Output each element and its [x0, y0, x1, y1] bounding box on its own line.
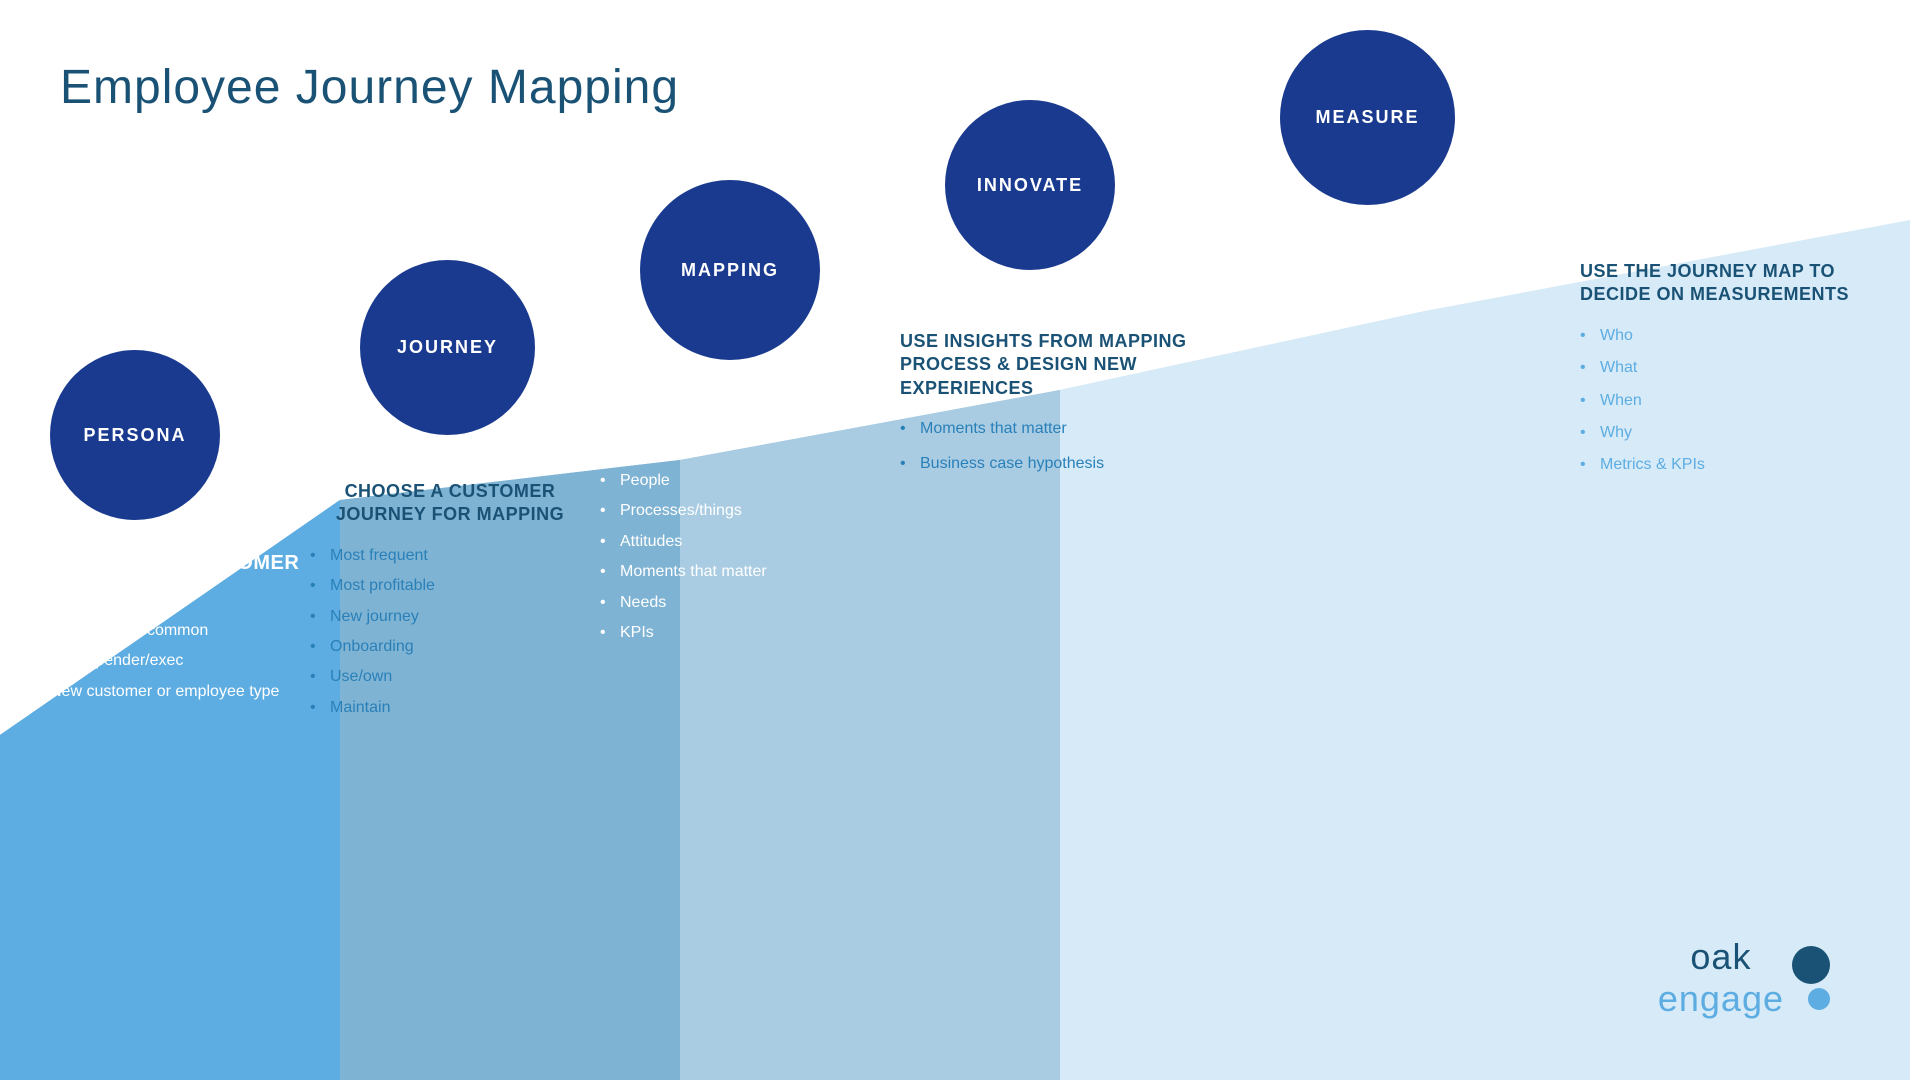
section-persona-heading: DESIGN YOUR CUSTOMER PERSONA [30, 550, 320, 602]
section-mapping-heading: GO THROUGH THE MAPPING PROCESS [600, 400, 900, 452]
circle-mapping: MAPPING [640, 180, 820, 360]
circle-persona: PERSONA [50, 350, 220, 520]
section-journey-item-2: Most profitable [310, 575, 590, 597]
section-journey-item-3: New journey [310, 606, 590, 628]
section-persona: DESIGN YOUR CUSTOMER PERSONA Most popula… [30, 550, 320, 711]
section-mapping-item-6: KPIs [600, 622, 900, 644]
logo-circle-large [1792, 946, 1830, 984]
logo-circles [1792, 946, 1830, 1010]
logo-circle-small [1808, 988, 1830, 1010]
section-mapping-item-2: Processes/things [600, 500, 900, 522]
section-mapping-item-1: People [600, 470, 900, 492]
section-journey-heading: CHOOSE A CUSTOMER JOURNEY FOR MAPPING [310, 480, 590, 527]
section-persona-item-2: High spender/exec [30, 650, 320, 672]
section-journey-item-1: Most frequent [310, 545, 590, 567]
section-journey: CHOOSE A CUSTOMER JOURNEY FOR MAPPING Mo… [310, 480, 590, 727]
section-measure-item-4: Why [1580, 422, 1890, 444]
logo: oak engage [1658, 936, 1830, 1020]
circle-innovate: INNOVATE [945, 100, 1115, 270]
section-journey-item-6: Maintain [310, 697, 590, 719]
section-measure-item-5: Metrics & KPIs [1580, 454, 1890, 476]
section-measure: USE THE JOURNEY MAP TO DECIDE ON MEASURE… [1580, 260, 1890, 487]
section-mapping-item-3: Attitudes [600, 531, 900, 553]
section-measure-item-2: What [1580, 357, 1890, 379]
section-persona-item-3: New customer or employee type [30, 681, 320, 703]
section-journey-item-4: Onboarding [310, 636, 590, 658]
circle-journey: JOURNEY [360, 260, 535, 435]
section-mapping-item-5: Needs [600, 592, 900, 614]
section-mapping-item-4: Moments that matter [600, 561, 900, 583]
section-innovate-item-1: Moments that matter [900, 418, 1260, 440]
circle-measure: MEASURE [1280, 30, 1455, 205]
logo-text-oak: oak [1690, 936, 1751, 978]
section-mapping: GO THROUGH THE MAPPING PROCESS People Pr… [600, 400, 900, 652]
section-measure-item-3: When [1580, 390, 1890, 412]
logo-text-engage: engage [1658, 978, 1784, 1020]
page-title: Employee Journey Mapping [60, 60, 679, 115]
section-innovate-item-2: Business case hypothesis [900, 453, 1260, 475]
section-journey-item-5: Use/own [310, 666, 590, 688]
section-persona-item-1: Most popular/common [30, 620, 320, 642]
section-innovate-heading: USE INSIGHTS FROM MAPPING PROCESS & DESI… [900, 330, 1260, 400]
section-measure-heading: USE THE JOURNEY MAP TO DECIDE ON MEASURE… [1580, 260, 1890, 307]
section-measure-item-1: Who [1580, 325, 1890, 347]
section-innovate: USE INSIGHTS FROM MAPPING PROCESS & DESI… [900, 330, 1260, 487]
